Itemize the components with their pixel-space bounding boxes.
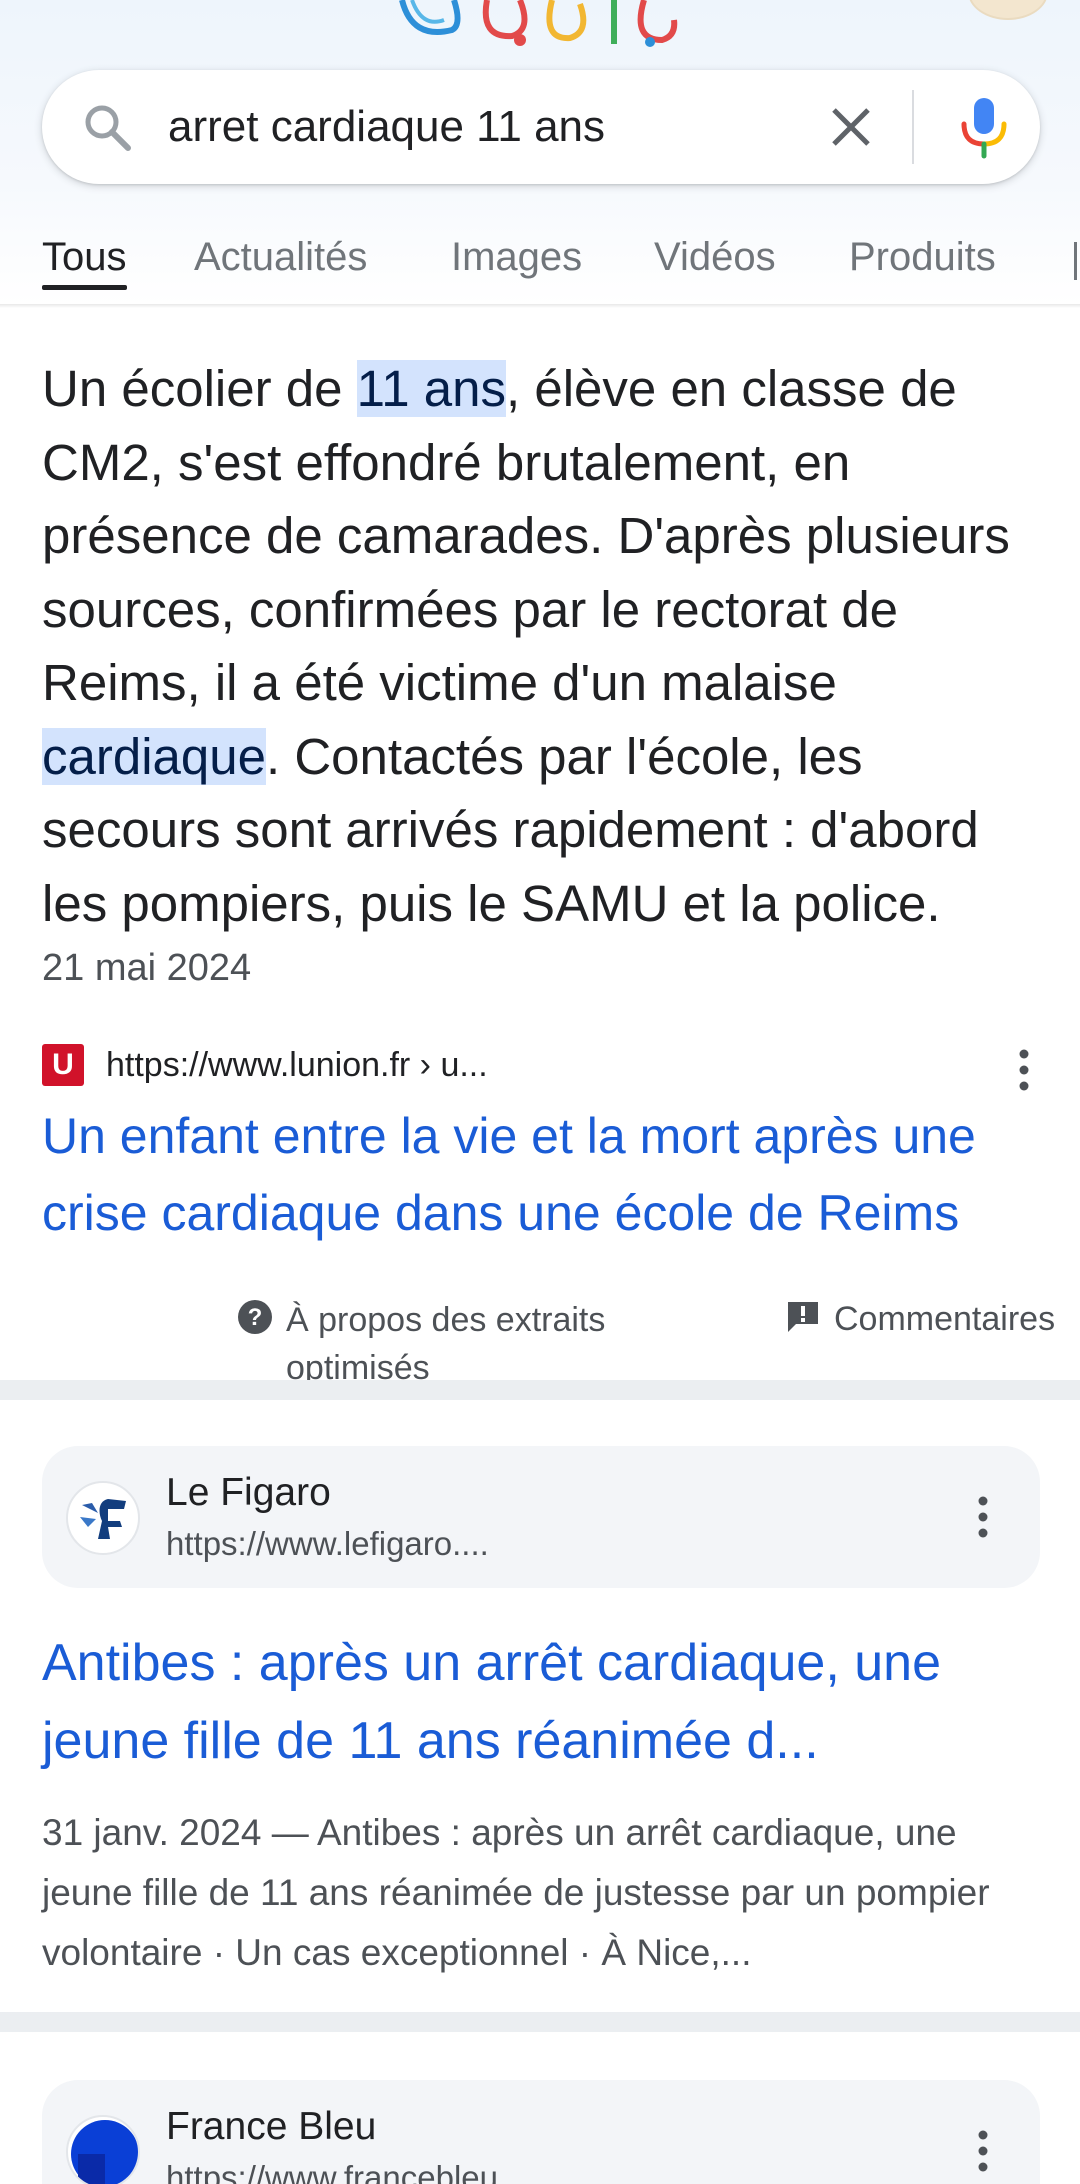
tabs-shadow xyxy=(0,304,1080,308)
help-icon: ? xyxy=(238,1300,272,1334)
snippet-date: 21 mai 2024 xyxy=(42,947,252,989)
france-bleu-logo-icon xyxy=(66,2115,140,2184)
result-site-name: France Bleu xyxy=(166,2105,377,2148)
feedback-label: Commentaires xyxy=(834,1300,1056,1338)
result-site-card[interactable]: Le Figaro https://www.lefigaro.... xyxy=(42,1446,1040,1588)
snippet-part: Un écolier de xyxy=(42,360,357,417)
result-snippet: 31 janv. 2024 — Antibes : après un arrêt… xyxy=(42,1812,990,1973)
snippet-highlight: cardiaque xyxy=(42,727,266,785)
microphone-icon[interactable] xyxy=(952,94,1016,160)
result-title-link[interactable]: Antibes : après un arrêt cardiaque, une … xyxy=(42,1624,1042,1780)
search-tabs: Tous Actualités Images Vidéos Produits xyxy=(0,228,1080,306)
tab-overflow-edge xyxy=(1074,242,1077,280)
section-separator xyxy=(0,2012,1080,2032)
more-options-icon[interactable] xyxy=(976,2127,990,2175)
search-input[interactable]: arret cardiaque 11 ans xyxy=(168,98,605,156)
snippet-source[interactable]: U https://www.lunion.fr › u... xyxy=(42,1040,1042,1090)
result-site-name: Le Figaro xyxy=(166,1471,331,1514)
about-featured-snippets-label: À propos des extraits optimisés xyxy=(286,1301,606,1387)
snippet-highlight: 11 ans xyxy=(356,360,507,417)
close-icon[interactable] xyxy=(824,100,878,154)
search-results-page: arret cardiaque 11 ans Tous Actualités I… xyxy=(0,0,1080,2184)
snippet-source-url[interactable]: https://www.lunion.fr › u... xyxy=(106,1040,488,1090)
search-bar: arret cardiaque 11 ans xyxy=(42,70,1040,184)
snippet-result-title-link[interactable]: Un enfant entre la vie et la mort après … xyxy=(42,1098,1052,1252)
feedback-icon xyxy=(788,1302,818,1332)
svg-text:?: ? xyxy=(248,1304,263,1331)
lunion-favicon-icon: U xyxy=(42,1044,84,1086)
result-site-url: https://www.francebleu... xyxy=(166,2159,526,2184)
le-figaro-logo-icon xyxy=(66,1481,140,1555)
result-site-card[interactable]: France Bleu https://www.francebleu... xyxy=(42,2080,1040,2184)
feedback-button[interactable]: Commentaires xyxy=(786,1296,1076,1344)
tab-actualites[interactable]: Actualités xyxy=(194,228,367,290)
more-options-icon[interactable] xyxy=(976,1493,990,1541)
tab-produits[interactable]: Produits xyxy=(849,228,996,290)
result-site-url: https://www.lefigaro.... xyxy=(166,1525,489,1562)
tab-images[interactable]: Images xyxy=(451,228,582,290)
search-icon xyxy=(85,105,131,151)
more-options-icon[interactable] xyxy=(1017,1046,1031,1094)
tab-videos[interactable]: Vidéos xyxy=(654,228,776,290)
google-doodle-logo[interactable] xyxy=(392,0,692,52)
featured-snippet-text: Un écolier de 11 ans, élève en classe de… xyxy=(42,352,1052,940)
section-separator xyxy=(0,1380,1080,1400)
tab-tous[interactable]: Tous xyxy=(42,228,127,290)
search-bar-divider xyxy=(912,90,914,164)
